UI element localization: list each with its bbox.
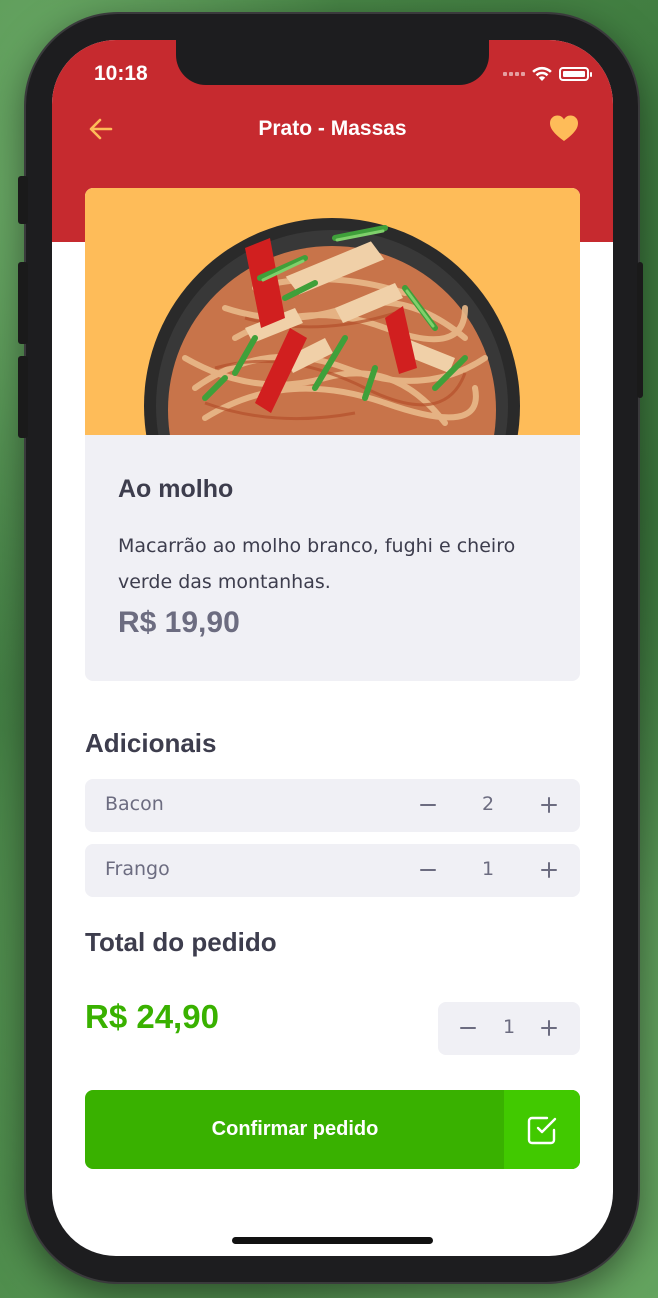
cellular-signal-icon bbox=[503, 72, 525, 76]
plus-icon bbox=[541, 1020, 557, 1036]
increase-bacon-button[interactable] bbox=[533, 789, 565, 821]
decrease-order-button[interactable] bbox=[452, 1012, 484, 1044]
confirm-order-button[interactable]: Confirmar pedido bbox=[85, 1090, 580, 1169]
order-quantity: 1 bbox=[502, 1016, 516, 1038]
dish-info: Ao molho Macarrão ao molho branco, fughi… bbox=[118, 475, 558, 640]
decrease-frango-button[interactable] bbox=[412, 854, 444, 886]
minus-icon bbox=[460, 1027, 476, 1029]
increase-order-button[interactable] bbox=[533, 1012, 565, 1044]
order-quantity-stepper: 1 bbox=[438, 1002, 580, 1055]
plus-icon bbox=[541, 862, 557, 878]
page-title: Prato - Massas bbox=[258, 117, 407, 140]
extra-item-quantity: 2 bbox=[481, 793, 495, 815]
home-indicator[interactable] bbox=[232, 1237, 433, 1244]
extra-item-label: Bacon bbox=[105, 793, 164, 815]
dish-image bbox=[85, 188, 580, 435]
confirm-icon-container bbox=[504, 1090, 580, 1169]
dish-card: Ao molho Macarrão ao molho branco, fughi… bbox=[85, 188, 580, 681]
extra-item-quantity: 1 bbox=[481, 858, 495, 880]
extra-item-bacon: Bacon 2 bbox=[85, 779, 580, 832]
battery-icon bbox=[559, 67, 592, 81]
dish-name: Ao molho bbox=[118, 475, 234, 503]
notch bbox=[176, 40, 489, 85]
extra-item-label: Frango bbox=[105, 858, 170, 880]
volume-down-button bbox=[18, 356, 28, 438]
check-square-icon bbox=[527, 1116, 557, 1144]
app-screen: 10:18 Prato - Massas Ao molho Macarrão a… bbox=[52, 40, 613, 1256]
minus-icon bbox=[420, 869, 436, 871]
decrease-bacon-button[interactable] bbox=[412, 789, 444, 821]
status-time: 10:18 bbox=[94, 62, 148, 85]
volume-up-button bbox=[18, 262, 28, 344]
extras-title: Adicionais bbox=[85, 728, 217, 758]
minus-icon bbox=[420, 804, 436, 806]
extra-item-frango: Frango 1 bbox=[85, 844, 580, 897]
confirm-order-label: Confirmar pedido bbox=[211, 1118, 379, 1140]
dish-price: R$ 19,90 bbox=[118, 606, 240, 639]
plus-icon bbox=[541, 797, 557, 813]
mute-switch bbox=[18, 176, 28, 224]
increase-frango-button[interactable] bbox=[533, 854, 565, 886]
heart-icon bbox=[550, 115, 578, 141]
dish-description: Macarrão ao molho branco, fughi e cheiro… bbox=[118, 535, 516, 593]
total-title: Total do pedido bbox=[85, 927, 277, 957]
status-icons bbox=[503, 66, 592, 82]
total-price: R$ 24,90 bbox=[85, 998, 219, 1035]
wifi-icon bbox=[532, 66, 552, 81]
favorite-button[interactable] bbox=[549, 114, 579, 144]
power-button bbox=[637, 262, 643, 398]
